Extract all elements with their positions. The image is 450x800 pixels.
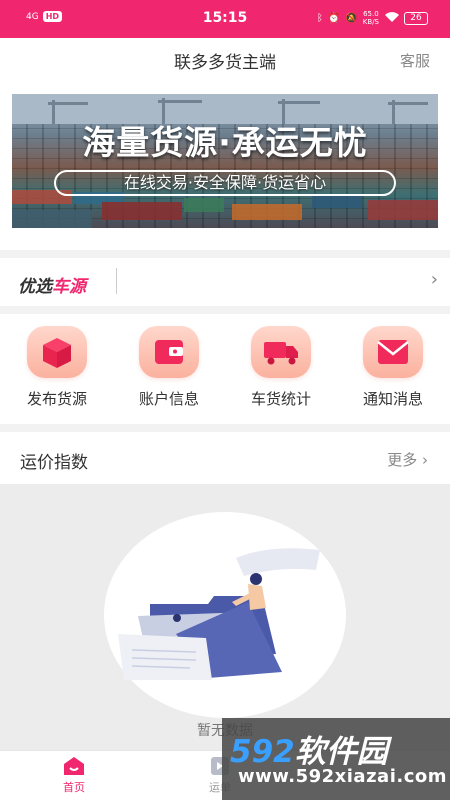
battery-icon: 26 <box>404 12 428 25</box>
preferred-vehicles-title-part1: 优选 <box>18 277 52 297</box>
banner-section: 海量货源·承运无忧 在线交易·安全保障·货运省心 <box>0 82 450 250</box>
tab-home[interactable]: 首页 <box>44 755 104 795</box>
envelope-icon <box>363 326 423 378</box>
speed-value: 65.0 <box>363 10 379 18</box>
divider <box>116 268 117 294</box>
quick-action-publish-goods[interactable]: 发布货源 <box>12 326 102 422</box>
bluetooth-icon: ᛒ <box>316 12 323 24</box>
chevron-right-icon[interactable]: › <box>431 269 438 290</box>
quick-actions: 发布货源 账户信息 车货统计 通知消息 <box>0 314 450 424</box>
wifi-icon <box>384 11 400 26</box>
empty-state: 暂无数据 <box>0 484 450 750</box>
network-speed: 65.0 KB/S <box>363 10 379 26</box>
freight-index-header: 运价指数 更多 › <box>0 432 450 484</box>
empty-folder-illustration <box>118 548 320 680</box>
watermark-brand-text: 软件园 <box>294 734 388 770</box>
mute-icon: 🔕 <box>345 12 358 24</box>
box-icon <box>27 326 87 378</box>
quick-action-vehicle-stats[interactable]: 车货统计 <box>236 326 326 422</box>
quick-action-label: 通知消息 <box>362 390 423 408</box>
tab-label: 首页 <box>63 781 85 794</box>
banner-subline: 在线交易·安全保障·货运省心 <box>54 170 396 196</box>
customer-service-button[interactable]: 客服 <box>400 50 430 71</box>
quick-action-label: 车货统计 <box>250 390 311 408</box>
watermark-digits: 592 <box>230 734 295 770</box>
freight-index-title: 运价指数 <box>20 453 88 473</box>
status-bar: 4G HD 15:15 ᛒ ⏰ 🔕 65.0 KB/S 26 <box>0 0 450 38</box>
wallet-icon <box>139 326 199 378</box>
preferred-vehicles-title-part2: 车源 <box>52 277 86 297</box>
speed-unit: KB/S <box>362 18 379 26</box>
preferred-vehicles-row[interactable]: 优选车源 › <box>0 258 450 306</box>
preferred-vehicles-title: 优选车源 <box>18 272 86 297</box>
banner-headline: 海量货源·承运无忧 <box>82 123 368 162</box>
alarm-icon: ⏰ <box>327 12 341 24</box>
quick-action-label: 发布货源 <box>26 390 87 408</box>
app-header: 联多多货主端 客服 <box>0 38 450 82</box>
more-link[interactable]: 更多 › <box>387 449 428 470</box>
watermark-brand: 592软件园 <box>230 726 388 771</box>
watermark-url: www.592xiazai.com <box>238 766 447 787</box>
quick-action-notifications[interactable]: 通知消息 <box>348 326 438 422</box>
status-icons: ᛒ ⏰ 🔕 65.0 KB/S <box>317 10 400 26</box>
quick-action-account-info[interactable]: 账户信息 <box>124 326 214 422</box>
banner-carousel[interactable]: 海量货源·承运无忧 在线交易·安全保障·货运省心 <box>12 94 438 228</box>
page-title: 联多多货主端 <box>174 53 276 73</box>
home-icon <box>61 755 87 777</box>
quick-action-label: 账户信息 <box>138 390 199 408</box>
truck-icon <box>251 326 311 378</box>
site-watermark: 592软件园 www.592xiazai.com <box>222 718 450 800</box>
